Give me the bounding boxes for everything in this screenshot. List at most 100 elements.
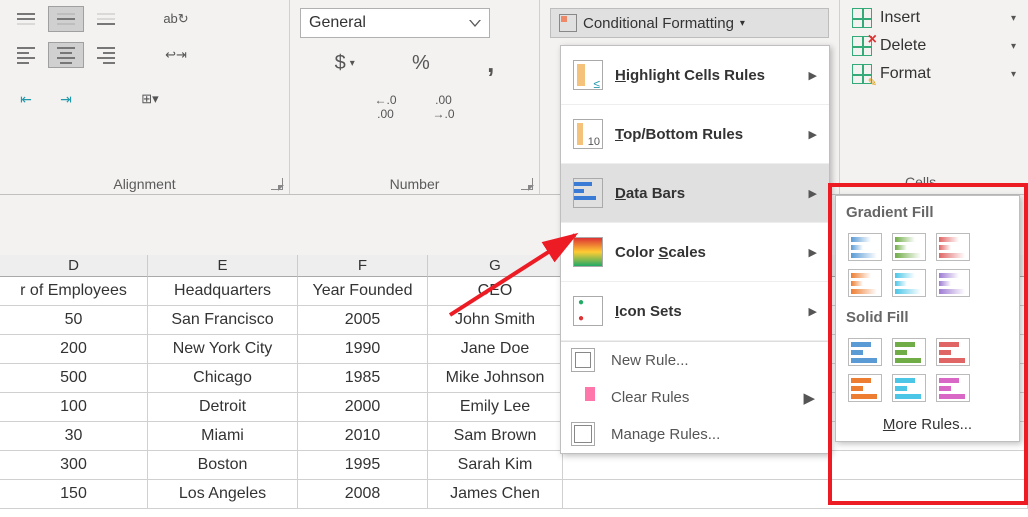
solid-purple[interactable] (936, 374, 970, 402)
cell[interactable]: Chicago (148, 364, 298, 393)
menu-manage-rules[interactable]: Manage Rules... (561, 416, 829, 453)
gradient-green[interactable] (892, 233, 926, 261)
menu-icon-sets[interactable]: Icon Sets ▶ (561, 282, 829, 341)
menu-data-bars[interactable]: Data Bars ▶ (561, 164, 829, 223)
cell[interactable]: 2010 (298, 422, 428, 451)
cell[interactable]: 2008 (298, 480, 428, 509)
number-dialog-launcher[interactable] (521, 178, 533, 190)
solid-red[interactable] (936, 338, 970, 366)
gradient-orange[interactable] (848, 269, 882, 297)
decrease-indent[interactable]: ⇤ (8, 86, 44, 112)
cell-header-F[interactable]: Year Founded (298, 277, 428, 306)
menu-color-scales[interactable]: Color Scales ▶ (561, 223, 829, 282)
cell[interactable]: 50 (0, 306, 148, 335)
cell[interactable]: 150 (0, 480, 148, 509)
cell[interactable]: Sam Brown (428, 422, 563, 451)
menu-clear-rules[interactable]: Clear Rules▶ (561, 379, 829, 416)
gradient-red[interactable] (936, 233, 970, 261)
more-rules[interactable]: More Rules... (836, 406, 1019, 437)
manage-rules-icon (571, 422, 595, 446)
cell[interactable]: Sarah Kim (428, 451, 563, 480)
percent-button[interactable]: % (406, 46, 436, 81)
cell-header-G[interactable]: CEO (428, 277, 563, 306)
menu-top-bottom[interactable]: Top/Bottom Rules ▶ (561, 105, 829, 164)
data-bars-icon (573, 178, 603, 208)
cell[interactable]: Detroit (148, 393, 298, 422)
cell[interactable]: John Smith (428, 306, 563, 335)
cell[interactable]: 2000 (298, 393, 428, 422)
cell[interactable]: Emily Lee (428, 393, 563, 422)
cell[interactable] (563, 451, 1028, 480)
solid-lightblue[interactable] (892, 374, 926, 402)
data-bars-submenu: Gradient Fill Solid Fill More Rules... (835, 195, 1020, 442)
cell[interactable]: Mike Johnson (428, 364, 563, 393)
insert-icon (852, 8, 872, 28)
cell[interactable]: 300 (0, 451, 148, 480)
menu-new-rule[interactable]: New Rule... (561, 342, 829, 379)
highlight-cells-icon (573, 60, 603, 90)
merge-cells[interactable]: ⊞▾ (128, 86, 172, 112)
solid-fill-header: Solid Fill (836, 301, 1019, 334)
solid-green[interactable] (892, 338, 926, 366)
cell[interactable]: New York City (148, 335, 298, 364)
conditional-formatting-button[interactable]: Conditional Formatting ▾ (550, 8, 829, 38)
format-icon: ✎ (852, 64, 872, 84)
align-center[interactable] (48, 42, 84, 68)
wrap-text[interactable]: ↩⇥ (154, 42, 198, 68)
comma-button[interactable]: , (481, 46, 500, 81)
cell[interactable]: 2005 (298, 306, 428, 335)
table-row: 150 Los Angeles 2008 James Chen (0, 480, 1028, 509)
cell[interactable]: 100 (0, 393, 148, 422)
increase-indent[interactable]: ⇥ (48, 86, 84, 112)
cell[interactable]: Los Angeles (148, 480, 298, 509)
gradient-lightblue[interactable] (892, 269, 926, 297)
menu-highlight-cells[interactable]: Highlight Cells Rules ▶ (561, 46, 829, 105)
insert-button[interactable]: Insert ▾ (846, 4, 1022, 32)
conditional-formatting-icon (559, 14, 577, 32)
align-middle[interactable] (48, 6, 84, 32)
orientation[interactable]: ab↻ (154, 6, 198, 32)
cell[interactable]: Miami (148, 422, 298, 451)
delete-button[interactable]: × Delete ▾ (846, 32, 1022, 60)
icon-sets-icon (573, 296, 603, 326)
col-header-E[interactable]: E (148, 255, 298, 277)
number-format-dropdown[interactable]: General (300, 8, 490, 38)
cell-header-D[interactable]: r of Employees (0, 277, 148, 306)
clear-rules-icon (571, 385, 595, 409)
col-header-F[interactable]: F (298, 255, 428, 277)
alignment-group-label: Alignment (0, 176, 289, 192)
format-button[interactable]: ✎ Format ▾ (846, 60, 1022, 88)
top-bottom-icon (573, 119, 603, 149)
new-rule-icon (571, 348, 595, 372)
align-bottom[interactable] (88, 6, 124, 32)
cell[interactable]: 500 (0, 364, 148, 393)
cell[interactable]: Jane Doe (428, 335, 563, 364)
cell[interactable]: San Francisco (148, 306, 298, 335)
cell[interactable]: 1990 (298, 335, 428, 364)
align-top[interactable] (8, 6, 44, 32)
currency-button[interactable]: $▾ (329, 46, 361, 81)
cell[interactable]: 1995 (298, 451, 428, 480)
number-format-name: General (309, 14, 366, 32)
cell[interactable]: James Chen (428, 480, 563, 509)
cell[interactable]: 1985 (298, 364, 428, 393)
cell[interactable]: Boston (148, 451, 298, 480)
decrease-decimal[interactable]: .00→.0 (433, 93, 455, 121)
alignment-dialog-launcher[interactable] (271, 178, 283, 190)
cell-header-E[interactable]: Headquarters (148, 277, 298, 306)
increase-decimal[interactable]: ←.0.00 (374, 93, 396, 121)
col-header-D[interactable]: D (0, 255, 148, 277)
gradient-purple[interactable] (936, 269, 970, 297)
gradient-blue[interactable] (848, 233, 882, 261)
solid-blue[interactable] (848, 338, 882, 366)
align-left[interactable] (8, 42, 44, 68)
color-scales-icon (573, 237, 603, 267)
col-header-G[interactable]: G (428, 255, 563, 277)
table-row: 300 Boston 1995 Sarah Kim (0, 451, 1028, 480)
cell[interactable]: 30 (0, 422, 148, 451)
cell[interactable]: 200 (0, 335, 148, 364)
cell[interactable] (563, 480, 1028, 509)
conditional-formatting-menu: Highlight Cells Rules ▶ Top/Bottom Rules… (560, 45, 830, 454)
solid-orange[interactable] (848, 374, 882, 402)
align-right[interactable] (88, 42, 124, 68)
